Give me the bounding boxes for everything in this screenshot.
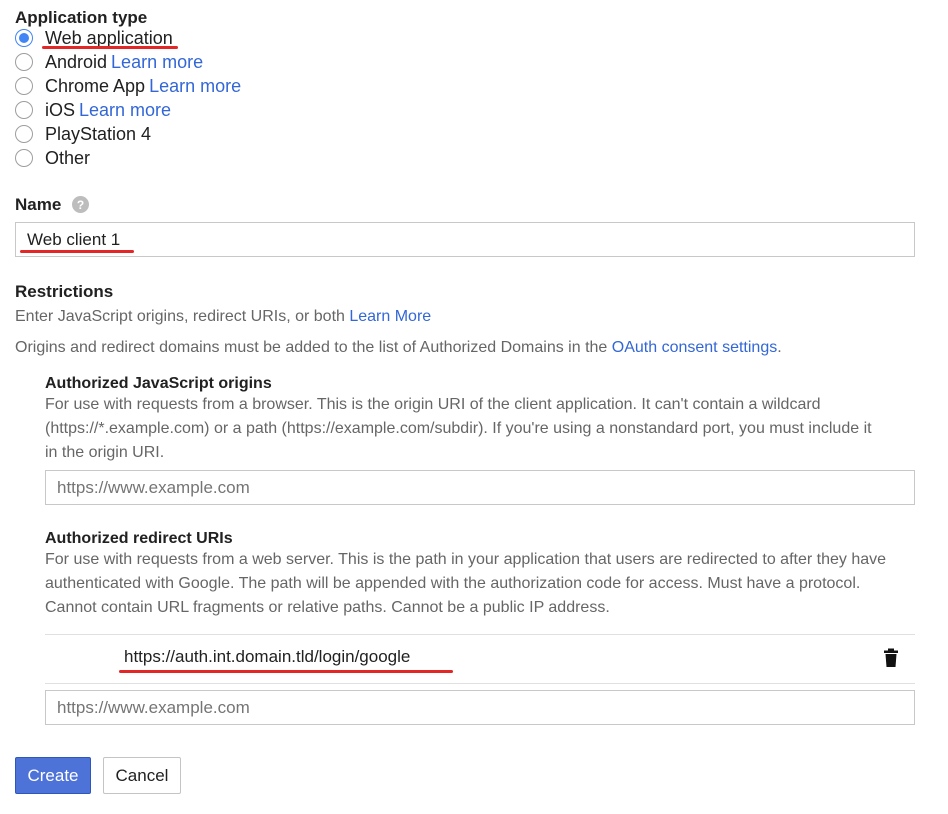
radio-button[interactable] bbox=[15, 149, 33, 167]
radio-button[interactable] bbox=[15, 125, 33, 143]
js-origin-input[interactable] bbox=[45, 470, 915, 505]
radio-button[interactable] bbox=[15, 53, 33, 71]
annotation-underline bbox=[42, 46, 178, 49]
learn-more-link[interactable]: Learn more bbox=[111, 52, 203, 72]
help-line: (https://*.example.com) or a path (https… bbox=[45, 420, 872, 437]
redirect-uris-title: Authorized redirect URIs bbox=[45, 530, 233, 547]
learn-more-link[interactable]: Learn more bbox=[149, 76, 241, 96]
radio-label: PlayStation 4 bbox=[45, 124, 151, 145]
radio-option-playstation-4[interactable]: PlayStation 4 bbox=[15, 122, 151, 146]
option-label: PlayStation 4 bbox=[45, 123, 152, 144]
radio-label: iOS Learn more bbox=[45, 100, 171, 121]
help-line: in the origin URI. bbox=[45, 444, 165, 461]
radio-option-other[interactable]: Other bbox=[15, 146, 90, 170]
domains-note-end: . bbox=[777, 339, 782, 356]
annotation-underline bbox=[119, 670, 453, 673]
radio-label: Android Learn more bbox=[45, 52, 203, 73]
option-label: Web application bbox=[45, 27, 173, 48]
divider bbox=[45, 683, 915, 684]
name-input[interactable] bbox=[15, 222, 915, 257]
radio-button[interactable] bbox=[15, 77, 33, 95]
option-label: iOS bbox=[45, 99, 76, 120]
application-type-title: Application type bbox=[15, 8, 148, 27]
restrictions-description-text: Enter JavaScript origins, redirect URIs,… bbox=[15, 308, 345, 325]
js-origins-help: For use with requests from a browser. Th… bbox=[45, 393, 872, 465]
create-button[interactable]: Create bbox=[15, 757, 91, 794]
radio-option-android[interactable]: Android Learn more bbox=[15, 50, 203, 74]
name-label: Name bbox=[15, 195, 62, 214]
help-line: Cannot contain URL fragments or relative… bbox=[45, 599, 610, 616]
help-line: authenticated with Google. The path will… bbox=[45, 575, 861, 592]
cancel-button[interactable]: Cancel bbox=[103, 757, 181, 794]
restrictions-description: Enter JavaScript origins, redirect URIs,… bbox=[15, 305, 431, 329]
learn-more-link[interactable]: Learn More bbox=[349, 308, 431, 325]
learn-more-link[interactable]: Learn more bbox=[79, 100, 171, 120]
redirect-uris-help: For use with requests from a web server.… bbox=[45, 548, 886, 620]
option-label: Other bbox=[45, 147, 91, 168]
help-line: For use with requests from a web server.… bbox=[45, 551, 887, 568]
radio-button[interactable] bbox=[15, 101, 33, 119]
domains-note: Origins and redirect domains must be add… bbox=[15, 336, 782, 360]
help-icon[interactable]: ? bbox=[72, 196, 89, 213]
radio-label: Chrome App Learn more bbox=[45, 76, 241, 97]
help-line: For use with requests from a browser. Th… bbox=[45, 396, 821, 413]
annotation-underline bbox=[20, 250, 134, 253]
radio-option-chrome-app[interactable]: Chrome App Learn more bbox=[15, 74, 241, 98]
oauth-consent-settings-link[interactable]: OAuth consent settings bbox=[612, 339, 777, 356]
redirect-uri-entry[interactable]: https://auth.int.domain.tld/login/google bbox=[124, 647, 410, 667]
domains-note-text: Origins and redirect domains must be add… bbox=[15, 339, 608, 356]
option-label: Android bbox=[45, 51, 108, 72]
restrictions-title: Restrictions bbox=[15, 282, 114, 301]
trash-icon[interactable] bbox=[882, 648, 900, 668]
radio-label: Other bbox=[45, 148, 90, 169]
radio-button-selected[interactable] bbox=[15, 29, 33, 47]
redirect-uri-input[interactable] bbox=[45, 690, 915, 725]
js-origins-title: Authorized JavaScript origins bbox=[45, 375, 272, 392]
option-label: Chrome App bbox=[45, 75, 146, 96]
radio-option-ios[interactable]: iOS Learn more bbox=[15, 98, 171, 122]
divider bbox=[45, 634, 915, 635]
